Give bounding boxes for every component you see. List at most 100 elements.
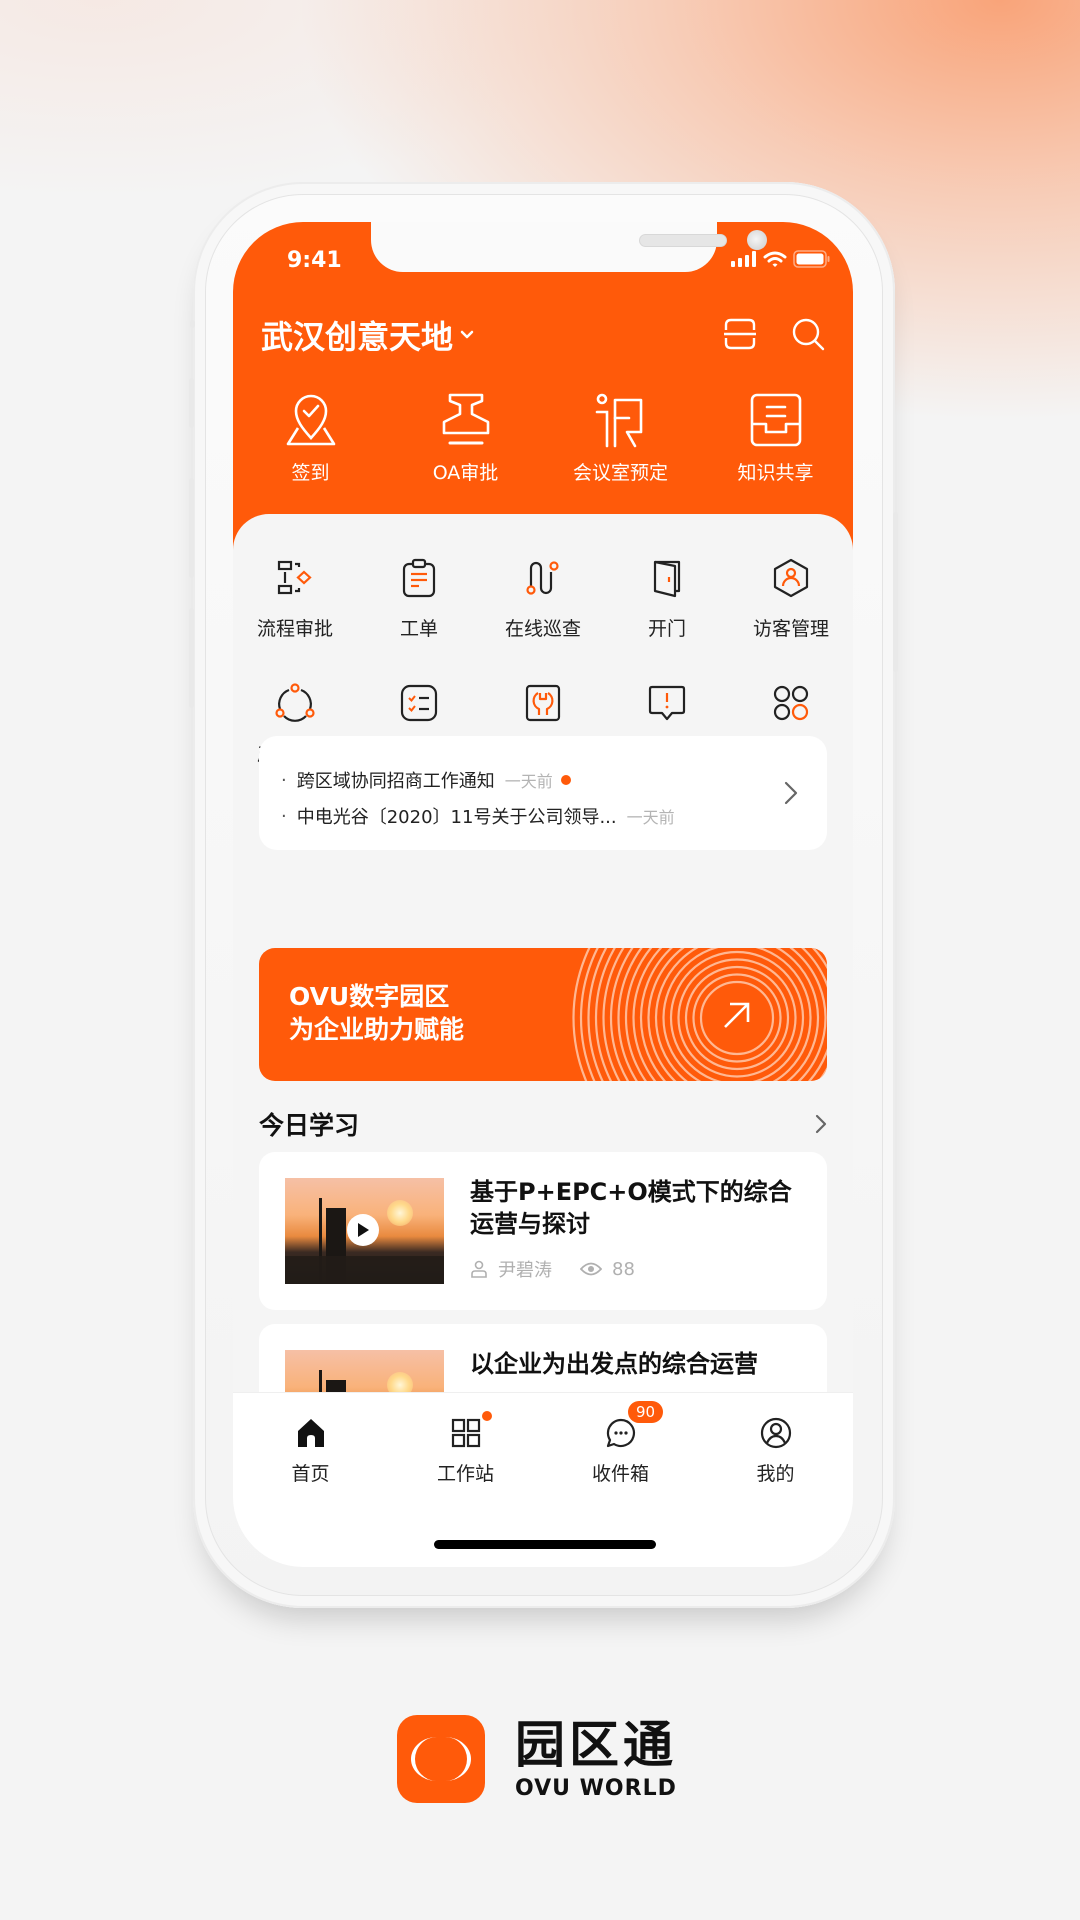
service-label: 流程审批	[256, 618, 333, 640]
scan-button[interactable]	[720, 314, 760, 354]
crescent-logo-icon	[411, 1737, 471, 1781]
tab-home[interactable]: 首页	[233, 1417, 388, 1486]
tab-label: 我的	[756, 1463, 795, 1485]
location-check-icon	[286, 394, 335, 446]
notice-card[interactable]: · 跨区域协同招商工作通知 一天前 · 中电光谷〔2020〕11号关于公司领导.…	[259, 736, 827, 850]
tab-label: 收件箱	[591, 1463, 649, 1485]
quick-action-label: 会议室预定	[572, 462, 668, 484]
checklist-icon	[400, 684, 438, 722]
door-icon	[653, 560, 681, 598]
user-icon	[760, 1417, 791, 1449]
view-count: 88	[612, 1258, 635, 1280]
visitor-icon	[773, 558, 809, 598]
stamp-icon	[442, 393, 489, 445]
status-icons	[731, 250, 831, 268]
scan-icon	[724, 318, 756, 350]
service-online-patrol[interactable]: 在线巡查	[481, 554, 605, 641]
service-visitor-management[interactable]: 访客管理	[729, 554, 853, 641]
service-label: 访客管理	[752, 618, 829, 640]
home-indicator[interactable]	[434, 1540, 656, 1549]
city-skyline	[285, 1256, 444, 1284]
notice-time: 一天前	[626, 808, 675, 827]
wrench-icon	[525, 684, 561, 722]
sun	[387, 1200, 413, 1226]
bullet: ·	[281, 805, 287, 827]
meeting-room-icon	[595, 393, 642, 448]
service-label: 在线巡查	[504, 618, 581, 640]
learning-item[interactable]: 基于P+EPC+O模式下的综合运营与探讨 尹碧涛 88	[259, 1152, 827, 1310]
notification-dot	[482, 1411, 492, 1421]
tab-label: 工作站	[436, 1463, 494, 1485]
location-selector[interactable]: 武汉创意天地	[261, 312, 475, 358]
quick-action-oa[interactable]: OA审批	[388, 392, 543, 485]
service-label: 工单	[399, 618, 438, 640]
phone-volume-down	[189, 608, 194, 708]
flowchart-icon	[277, 560, 312, 595]
quick-action-knowledge[interactable]: 知识共享	[698, 392, 853, 485]
notice-title: 跨区域协同招商工作通知	[296, 771, 495, 792]
service-grid: 流程审批 工单 在线巡查 开门 访客管理	[233, 554, 853, 766]
tab-bar: 首页 工作站 收件箱 90 我的	[233, 1392, 853, 1567]
status-time: 9:41	[287, 248, 342, 273]
banner-line-2: 为企业助力赋能	[289, 1015, 465, 1044]
service-process-approval[interactable]: 流程审批	[233, 554, 357, 641]
tab-inbox[interactable]: 收件箱 90	[543, 1401, 698, 1486]
learning-meta: 尹碧涛 88	[470, 1256, 635, 1282]
notice-time: 一天前	[504, 772, 553, 791]
author-name: 尹碧涛	[498, 1260, 552, 1281]
chevron-right-icon[interactable]	[783, 780, 799, 806]
phone-side-mark	[190, 320, 195, 328]
chat-icon	[606, 1418, 635, 1448]
search-button[interactable]	[788, 314, 828, 354]
quick-actions: 签到 OA审批 会议室预定 知识共享	[233, 392, 853, 485]
unread-badge: 90	[628, 1401, 664, 1423]
notice-item[interactable]: · 跨区域协同招商工作通知 一天前	[281, 762, 827, 798]
banner-text: OVU数字园区 为企业助力赋能	[289, 980, 464, 1046]
service-work-order[interactable]: 工单	[357, 554, 481, 641]
play-icon	[358, 1223, 369, 1237]
app-logo	[397, 1715, 485, 1803]
notch	[371, 222, 767, 272]
chevron-right-icon[interactable]	[815, 1114, 827, 1134]
quick-action-label: OA审批	[432, 462, 499, 484]
user-icon	[471, 1260, 487, 1278]
home-icon	[297, 1419, 324, 1447]
quick-action-label: 签到	[291, 462, 330, 484]
phone-volume-up	[189, 478, 194, 578]
video-thumbnail[interactable]	[285, 1178, 444, 1284]
brand-name-cn: 园区通	[515, 1715, 677, 1774]
phone-screen: 9:41 武汉创意天地 签到 OA审批 会议室预定 知识共享 流程审批 工单 在…	[233, 222, 853, 1567]
banner-line-1: OVU数字园区	[289, 982, 450, 1011]
unread-dot	[560, 775, 571, 785]
notice-item[interactable]: · 中电光谷〔2020〕11号关于公司领导... 一天前	[281, 798, 827, 834]
learning-section-header[interactable]: 今日学习	[259, 1106, 827, 1142]
speaker	[639, 234, 727, 247]
service-label: 开门	[647, 618, 686, 640]
all-apps-icon	[773, 685, 809, 721]
battery-icon	[793, 250, 830, 268]
brand-name-en: OVU WORLD	[515, 1775, 677, 1801]
wifi-icon	[763, 251, 787, 267]
tab-label: 首页	[291, 1463, 330, 1485]
phone-mute-switch	[189, 378, 194, 428]
quick-action-meeting-room[interactable]: 会议室预定	[543, 392, 698, 485]
service-open-door[interactable]: 开门	[605, 554, 729, 641]
promo-banner[interactable]: OVU数字园区 为企业助力赋能	[259, 948, 827, 1081]
route-icon	[526, 561, 559, 595]
tab-workstation[interactable]: 工作站	[388, 1411, 543, 1486]
ecosystem-icon	[275, 683, 315, 722]
tab-profile[interactable]: 我的	[698, 1417, 853, 1486]
eye-icon	[580, 1262, 602, 1276]
clipboard-icon	[402, 558, 436, 598]
play-button[interactable]	[347, 1214, 379, 1246]
chevron-down-icon	[460, 330, 474, 339]
quick-action-checkin[interactable]: 签到	[233, 392, 388, 485]
quick-action-label: 知识共享	[737, 462, 814, 484]
grid-icon	[451, 1418, 480, 1448]
arrow-up-right-icon	[724, 1002, 750, 1028]
section-title: 今日学习	[259, 1111, 360, 1140]
signal-icon	[731, 251, 756, 267]
brand-text: 园区通 OVU WORLD	[515, 1718, 677, 1801]
phone-power-button	[893, 512, 898, 672]
brand-lockup: 园区通 OVU WORLD	[397, 1715, 677, 1803]
